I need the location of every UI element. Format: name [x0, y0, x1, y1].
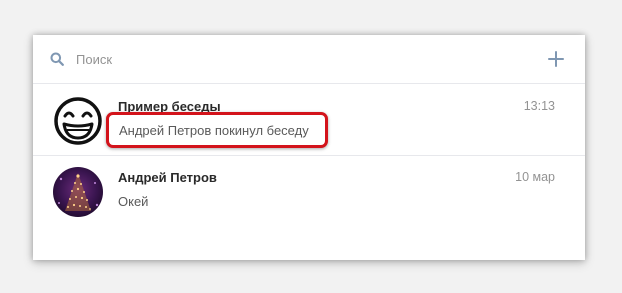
highlight-box: Андрей Петров покинул беседу — [106, 112, 328, 148]
conversation-item[interactable]: Андрей Петров 10 мар Окей — [33, 156, 585, 227]
conversation-time: 13:13 — [523, 99, 555, 113]
conversation-item[interactable]: Пример беседы 13:13 Андрей Петров покину… — [33, 85, 585, 156]
conversation-time: 10 мар — [515, 170, 555, 184]
conversation-title: Андрей Петров — [118, 170, 217, 185]
conversation-preview: Окей — [118, 194, 149, 209]
search-bar — [33, 35, 585, 84]
conversation-preview: Андрей Петров покинул беседу — [119, 123, 309, 138]
search-input[interactable] — [76, 49, 496, 69]
avatar — [53, 167, 103, 217]
christmas-tree-photo — [53, 167, 103, 217]
search-icon — [50, 52, 64, 66]
plus-icon[interactable] — [548, 51, 564, 67]
grinning-face-icon — [54, 97, 102, 145]
avatar — [53, 96, 103, 146]
conversations-panel: Пример беседы 13:13 Андрей Петров покину… — [33, 35, 585, 260]
